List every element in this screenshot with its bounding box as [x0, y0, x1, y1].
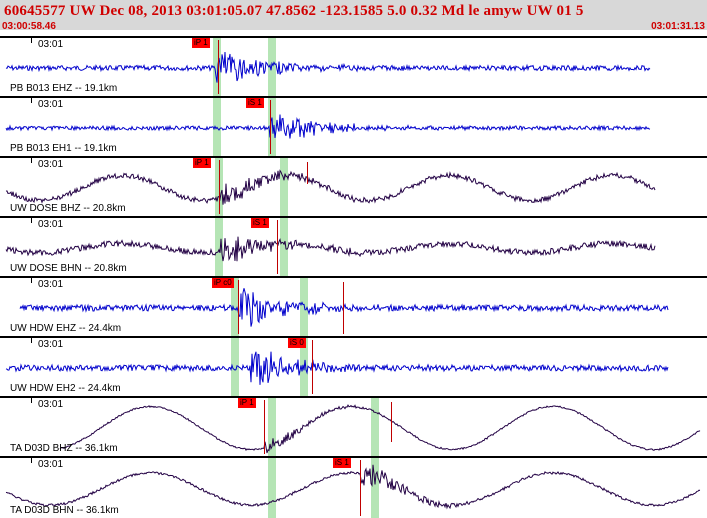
- trace-panel-dose-bhz[interactable]: 03:01 iP 1 UW DOSE BHZ -- 20.8km: [0, 156, 707, 216]
- channel-label: PB B013 EH1 -- 19.1km: [10, 143, 117, 154]
- pick-line: [277, 220, 278, 274]
- pick-line: [312, 340, 313, 394]
- channel-label: UW DOSE BHZ -- 20.8km: [10, 203, 126, 214]
- phase-pick-label[interactable]: iP 1: [192, 38, 210, 48]
- seismogram-panels: 03:01 iP 1 PB B013 EHZ -- 19.1km 03:01 i…: [0, 36, 707, 518]
- trace-panel-hdw-ehz[interactable]: 03:01 iP c0 UW HDW EHZ -- 24.4km: [0, 276, 707, 336]
- channel-label: UW DOSE BHN -- 20.8km: [10, 263, 127, 274]
- event-title: 60645577 UW Dec 08, 2013 03:01:05.07 47.…: [4, 3, 584, 19]
- phase-pick-label[interactable]: iP 1: [193, 158, 211, 168]
- trace-panel-d03d-bhn[interactable]: 03:01 iS 1 TA D03D BHN -- 36.1km: [0, 456, 707, 518]
- window-start-time: 03:00:58.46: [2, 21, 56, 32]
- pick-line: [218, 40, 219, 94]
- channel-label: TA D03D BHN -- 36.1km: [10, 505, 119, 516]
- trace-panel-b013-ehz[interactable]: 03:01 iP 1 PB B013 EHZ -- 19.1km: [0, 36, 707, 96]
- coda-marker: [391, 402, 392, 442]
- channel-label: TA D03D BHZ -- 36.1km: [10, 443, 118, 454]
- phase-pick-label[interactable]: iP c0: [212, 278, 234, 288]
- channel-label: UW HDW EHZ -- 24.4km: [10, 323, 122, 334]
- pick-line: [264, 400, 265, 454]
- event-header: 60645577 UW Dec 08, 2013 03:01:05.07 47.…: [0, 0, 707, 32]
- pick-line: [219, 160, 220, 214]
- trace-panel-d03d-bhz[interactable]: 03:01 iP 1 TA D03D BHZ -- 36.1km: [0, 396, 707, 456]
- coda-marker: [343, 282, 344, 334]
- trace-panel-b013-eh1[interactable]: 03:01 iS 1 PB B013 EH1 -- 19.1km: [0, 96, 707, 156]
- phase-pick-label[interactable]: iS 1: [246, 98, 264, 108]
- pick-line: [270, 100, 271, 154]
- trace-panel-dose-bhn[interactable]: 03:01 iS 1 UW DOSE BHN -- 20.8km: [0, 216, 707, 276]
- pick-line: [238, 280, 239, 334]
- phase-pick-label[interactable]: iS 1: [251, 218, 269, 228]
- phase-pick-label[interactable]: iS 1: [333, 458, 351, 468]
- pick-line: [360, 460, 361, 516]
- trace-panel-hdw-eh2[interactable]: 03:01 iS 0 UW HDW EH2 -- 24.4km: [0, 336, 707, 396]
- phase-pick-label[interactable]: iP 1: [238, 398, 256, 408]
- phase-pick-label[interactable]: iS 0: [288, 338, 306, 348]
- channel-label: UW HDW EH2 -- 24.4km: [10, 383, 121, 394]
- window-end-time: 03:01:31.13: [651, 21, 705, 32]
- coda-marker: [307, 162, 308, 184]
- channel-label: PB B013 EHZ -- 19.1km: [10, 83, 118, 94]
